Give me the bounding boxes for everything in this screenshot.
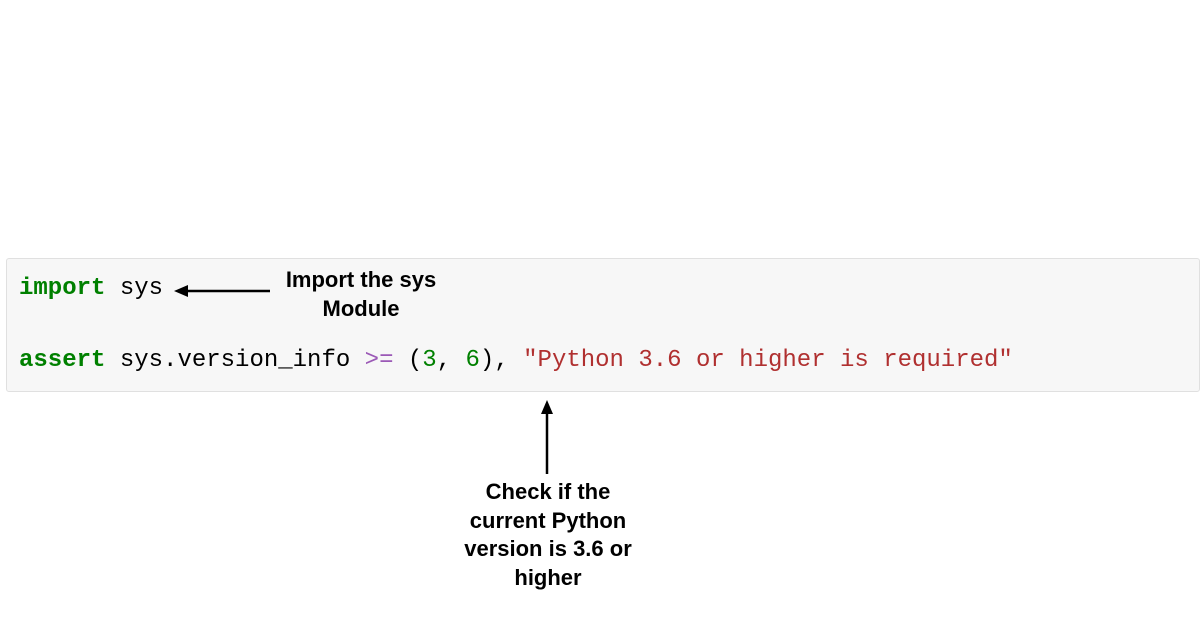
expr-version-info: sys.version_info — [120, 347, 365, 374]
comma: , — [494, 347, 523, 374]
annotation-import-line2: Module — [276, 295, 446, 324]
keyword-assert: assert — [19, 347, 105, 374]
annotation-import-line1: Import the sys — [276, 266, 446, 295]
lparen: ( — [408, 347, 422, 374]
keyword-import: import — [19, 275, 105, 302]
annotation-assert-line4: higher — [458, 564, 638, 593]
space — [105, 275, 119, 302]
operator-gte: >= — [365, 347, 394, 374]
rparen: ) — [480, 347, 494, 374]
identifier-sys: sys — [120, 275, 163, 302]
comma: , — [437, 347, 466, 374]
code-line-blank — [19, 307, 1187, 343]
annotation-assert-line2: current Python — [458, 507, 638, 536]
arrow-up-icon — [540, 400, 554, 474]
code-line-2: assert sys.version_info >= (3, 6), "Pyth… — [19, 343, 1187, 379]
space — [393, 347, 407, 374]
annotation-assert: Check if the current Python version is 3… — [458, 478, 638, 592]
number-3: 3 — [422, 347, 436, 374]
annotation-assert-line1: Check if the — [458, 478, 638, 507]
annotation-assert-line3: version is 3.6 or — [458, 535, 638, 564]
string-message: "Python 3.6 or higher is required" — [523, 347, 1013, 374]
annotation-import: Import the sys Module — [276, 266, 446, 323]
number-6: 6 — [466, 347, 480, 374]
space — [105, 347, 119, 374]
code-block: import sys assert sys.version_info >= (3… — [6, 258, 1200, 392]
arrow-left-icon — [174, 284, 270, 298]
